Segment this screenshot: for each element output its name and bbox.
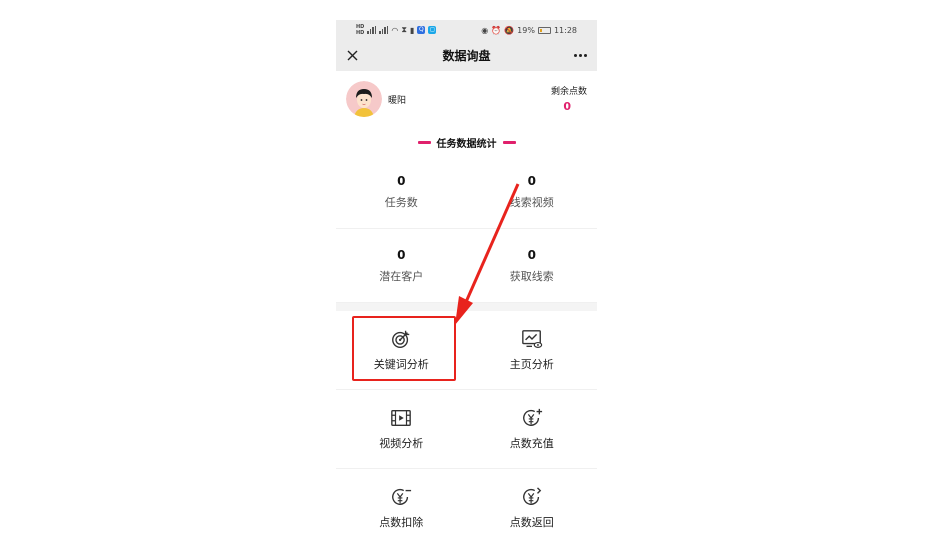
- points-label: 剩余点数: [550, 87, 587, 97]
- phone-screen: HD HD ◠ ⧗ ▮ Q ◻ ◉ ⏰ 🔕 19% 11:28 数据询盘 暖阳 …: [336, 20, 597, 539]
- eye-icon: ◉: [481, 25, 489, 35]
- close-icon[interactable]: [344, 48, 360, 64]
- highlight-annotation-box: [352, 316, 456, 381]
- stat-potential-customers: 0 潜在客户: [336, 229, 467, 302]
- function-row: 视频分析 点数充值: [336, 390, 597, 469]
- sim-indicator: HD HD: [356, 24, 364, 36]
- stat-acquired-leads: 0 获取线索: [467, 229, 598, 302]
- battery-icon: [537, 26, 551, 34]
- stats-row: 0 潜在客户 0 获取线索: [336, 229, 597, 303]
- points-deduct-button[interactable]: 点数扣除: [336, 469, 467, 539]
- stat-label: 获取线索: [509, 269, 554, 283]
- function-label: 点数返回: [509, 516, 554, 529]
- app-notification-icon: Q: [417, 26, 426, 34]
- function-label: 点数充值: [509, 437, 554, 450]
- status-bar-left: HD HD ◠ ⧗ ▮ Q ◻: [356, 24, 437, 36]
- user-header: 暖阳 剩余点数 0: [336, 71, 597, 129]
- function-label: 主页分析: [509, 358, 554, 371]
- signal-icon: [367, 26, 377, 34]
- page-title: 数据询盘: [442, 49, 491, 63]
- yuan-return-icon: [522, 487, 541, 505]
- monitor-eye-icon: [521, 330, 542, 348]
- function-label: 点数扣除: [379, 516, 424, 529]
- yuan-minus-icon: [392, 488, 412, 505]
- stat-lead-videos: 0 线索视频: [467, 155, 598, 228]
- mute-icon: 🔕: [504, 25, 515, 35]
- stats-row: 0 任务数 0 线索视频: [336, 155, 597, 229]
- clock: 11:28: [553, 25, 577, 35]
- function-label: 视频分析: [379, 437, 424, 450]
- title-bar: 数据询盘: [336, 40, 597, 71]
- stat-value: 0: [397, 173, 406, 188]
- film-icon: [391, 409, 412, 427]
- section-divider: [336, 303, 597, 311]
- stat-label: 任务数: [384, 195, 418, 209]
- section-title: 任务数据统计: [336, 129, 597, 155]
- video-analysis-button[interactable]: 视频分析: [336, 390, 467, 468]
- homepage-analysis-button[interactable]: 主页分析: [467, 311, 598, 389]
- status-bar-right: ◉ ⏰ 🔕 19% 11:28: [481, 26, 577, 35]
- section-dash-left: [417, 140, 431, 144]
- function-row: 点数扣除 点数返回: [336, 469, 597, 539]
- stat-value: 0: [527, 173, 536, 188]
- yuan-plus-icon: [522, 408, 542, 426]
- username: 暖阳: [388, 96, 407, 106]
- battery-percent: 19%: [517, 25, 535, 35]
- stat-label: 线索视频: [509, 195, 554, 209]
- app-notification-icon-2: ◻: [428, 26, 437, 34]
- alarm-icon: ⏰: [491, 25, 502, 35]
- signal-icon-2: [379, 26, 389, 34]
- section-title-text: 任务数据统计: [436, 138, 497, 150]
- more-icon[interactable]: [573, 54, 589, 57]
- points-return-button[interactable]: 点数返回: [467, 469, 598, 539]
- points-recharge-button[interactable]: 点数充值: [467, 390, 598, 468]
- stat-task-count: 0 任务数: [336, 155, 467, 228]
- status-bar: HD HD ◠ ⧗ ▮ Q ◻ ◉ ⏰ 🔕 19% 11:28: [336, 20, 597, 40]
- hourglass-icon: ⧗: [401, 25, 407, 34]
- stat-value: 0: [397, 247, 406, 262]
- sim2-label: HD: [356, 30, 365, 36]
- avatar[interactable]: [346, 81, 382, 117]
- wifi-icon: ◠: [391, 25, 399, 35]
- stat-label: 潜在客户: [379, 269, 424, 283]
- points-value: 0: [563, 100, 571, 113]
- section-dash-right: [502, 140, 516, 144]
- battery-saver-icon: ▮: [409, 25, 415, 35]
- stat-value: 0: [527, 247, 536, 262]
